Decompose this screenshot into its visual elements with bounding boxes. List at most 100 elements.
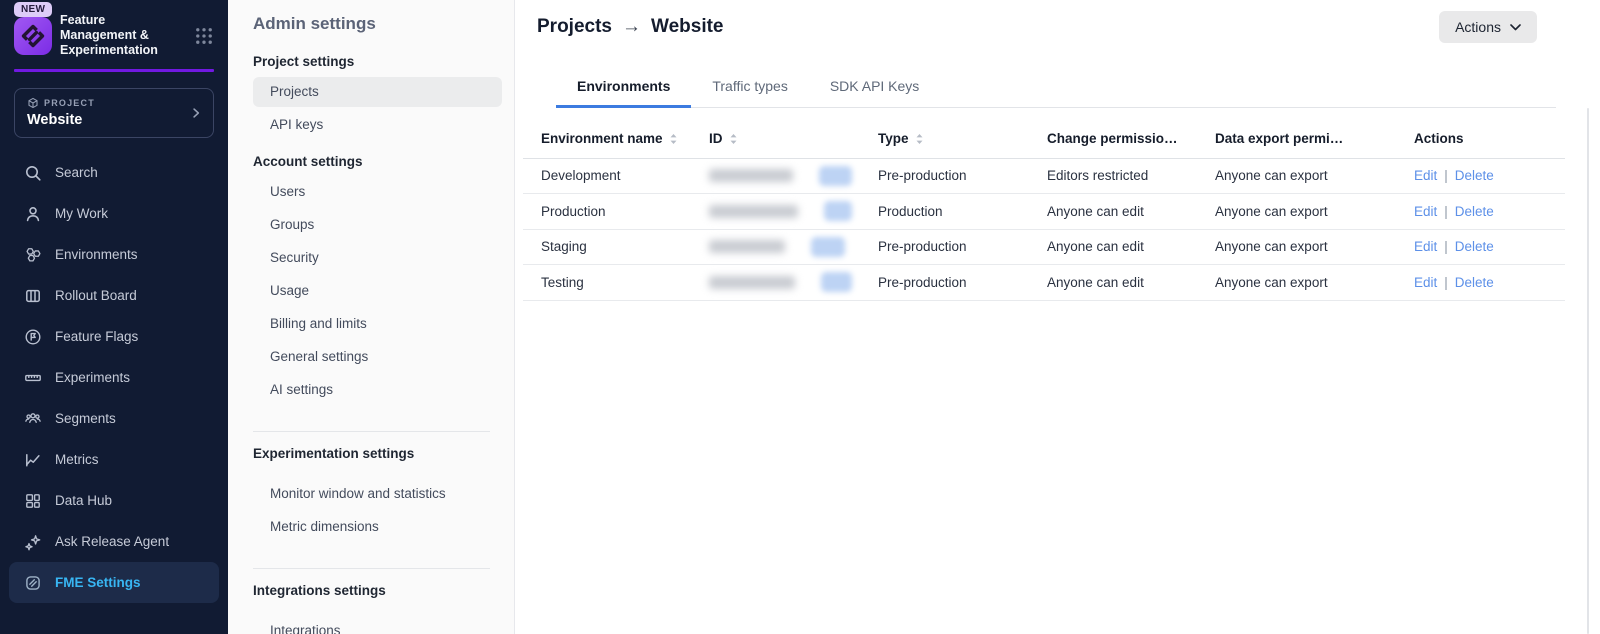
edit-link[interactable]: Edit [1414,275,1437,290]
sidebar-item-label: Experiments [55,370,130,385]
settings-item-general-settings[interactable]: General settings [253,342,502,372]
chevron-down-icon [1510,24,1521,31]
new-badge: NEW [14,2,52,17]
settings-item-integrations[interactable]: Integrations [253,616,502,634]
environment-name-cell: Staging [523,229,691,265]
sort-icon[interactable] [669,133,678,145]
hexagons-icon [24,246,42,264]
environment-name-cell: Development [523,158,691,194]
divider [253,431,490,432]
type-cell: Pre-production [860,158,1029,194]
breadcrumb-arrow-icon: → [622,16,641,38]
settings-item-security[interactable]: Security [253,243,502,273]
sort-icon[interactable] [729,133,738,145]
settings-item-groups[interactable]: Groups [253,210,502,240]
sidebar-item-data-hub[interactable]: Data Hub [9,480,219,521]
sidebar-item-label: Metrics [55,452,99,467]
settings-item-billing-and-limits[interactable]: Billing and limits [253,309,502,339]
tab-traffic-types[interactable]: Traffic types [691,69,808,108]
column-header-id[interactable]: ID [691,120,860,158]
tab-bar: Environments Traffic types SDK API Keys [556,69,1556,108]
settings-item-users[interactable]: Users [253,177,502,207]
copy-id-chip-redacted[interactable] [821,272,852,292]
delete-link[interactable]: Delete [1455,204,1494,219]
settings-item-ai-settings[interactable]: AI settings [253,375,502,405]
group-heading-project-settings: Project settings [253,54,502,69]
sidebar-item-ask-release-agent[interactable]: Ask Release Agent [9,521,219,562]
flag-circle-icon [24,328,42,346]
column-header-change-permissions[interactable]: Change permissio… [1029,120,1197,158]
environment-id-redacted [709,169,793,182]
project-label: PROJECT [44,98,95,108]
app-sidebar: NEW Feature Management & Experimentation [0,0,228,634]
user-icon [24,205,42,223]
line-chart-icon [24,451,42,469]
column-header-environment-name[interactable]: Environment name [523,120,691,158]
sidebar-item-environments[interactable]: Environments [9,234,219,275]
product-name: Feature Management & Experimentation [60,13,178,58]
copy-id-chip-redacted[interactable] [824,201,852,221]
type-cell: Pre-production [860,265,1029,301]
settings-item-usage[interactable]: Usage [253,276,502,306]
divider [253,568,490,569]
change-permissions-cell: Anyone can edit [1029,229,1197,265]
sidebar-item-rollout-board[interactable]: Rollout Board [9,275,219,316]
group-heading-account-settings: Account settings [253,154,502,169]
board-columns-icon [24,287,42,305]
breadcrumb-parent[interactable]: Projects [537,16,612,38]
sidebar-item-label: Search [55,165,98,180]
action-separator: | [1444,239,1448,254]
delete-link[interactable]: Delete [1455,168,1494,183]
tab-sdk-api-keys[interactable]: SDK API Keys [809,69,940,108]
sidebar-item-label: Ask Release Agent [55,534,169,549]
delete-link[interactable]: Delete [1455,275,1494,290]
project-selector[interactable]: PROJECT Website [14,88,214,138]
copy-id-chip-redacted[interactable] [819,166,852,186]
settings-item-monitor-window[interactable]: Monitor window and statistics [253,479,502,509]
data-export-permissions-cell: Anyone can export [1197,158,1396,194]
chevron-right-icon [189,106,203,120]
sidebar-nav: Search My Work Environments Rollout Boar… [9,152,219,603]
action-separator: | [1444,275,1448,290]
data-export-permissions-cell: Anyone can export [1197,194,1396,230]
column-header-data-export-permissions[interactable]: Data export permi… [1197,120,1396,158]
group-heading-experimentation-settings: Experimentation settings [253,446,502,461]
accent-divider [14,69,214,72]
environment-id-redacted [709,240,785,253]
column-header-actions: Actions [1396,120,1565,158]
sidebar-item-metrics[interactable]: Metrics [9,439,219,480]
sidebar-item-label: Rollout Board [55,288,137,303]
actions-button[interactable]: Actions [1439,11,1537,43]
apps-grid-icon[interactable] [194,26,214,46]
settings-item-metric-dimensions[interactable]: Metric dimensions [253,512,502,542]
copy-id-chip-redacted[interactable] [811,237,845,257]
sidebar-item-my-work[interactable]: My Work [9,193,219,234]
tab-environments[interactable]: Environments [556,69,691,108]
group-heading-integrations-settings: Integrations settings [253,583,502,598]
edit-link[interactable]: Edit [1414,239,1437,254]
edit-link[interactable]: Edit [1414,168,1437,183]
settings-item-projects[interactable]: Projects [253,77,502,107]
brand-header: NEW Feature Management & Experimentation [0,0,228,63]
data-export-permissions-cell: Anyone can export [1197,265,1396,301]
scrollbar-track[interactable] [1587,108,1589,634]
people-group-icon [24,410,42,428]
edit-link[interactable]: Edit [1414,204,1437,219]
delete-link[interactable]: Delete [1455,239,1494,254]
main-content: Projects → Website Actions Environments … [515,0,1600,634]
sidebar-item-search[interactable]: Search [9,152,219,193]
settings-item-api-keys[interactable]: API keys [253,110,502,140]
table-row: Production Production Anyone can edit An… [523,194,1565,230]
sidebar-item-feature-flags[interactable]: Feature Flags [9,316,219,357]
sidebar-item-label: Data Hub [55,493,112,508]
sidebar-item-fme-settings[interactable]: FME Settings [9,562,219,603]
sidebar-item-label: FME Settings [55,575,141,590]
column-header-type[interactable]: Type [860,120,1029,158]
fme-settings-icon [24,574,42,592]
breadcrumb-current: Website [651,16,724,38]
ruler-icon [24,369,42,387]
environment-id-redacted [709,205,798,218]
sidebar-item-experiments[interactable]: Experiments [9,357,219,398]
sidebar-item-segments[interactable]: Segments [9,398,219,439]
sort-icon[interactable] [915,133,924,145]
